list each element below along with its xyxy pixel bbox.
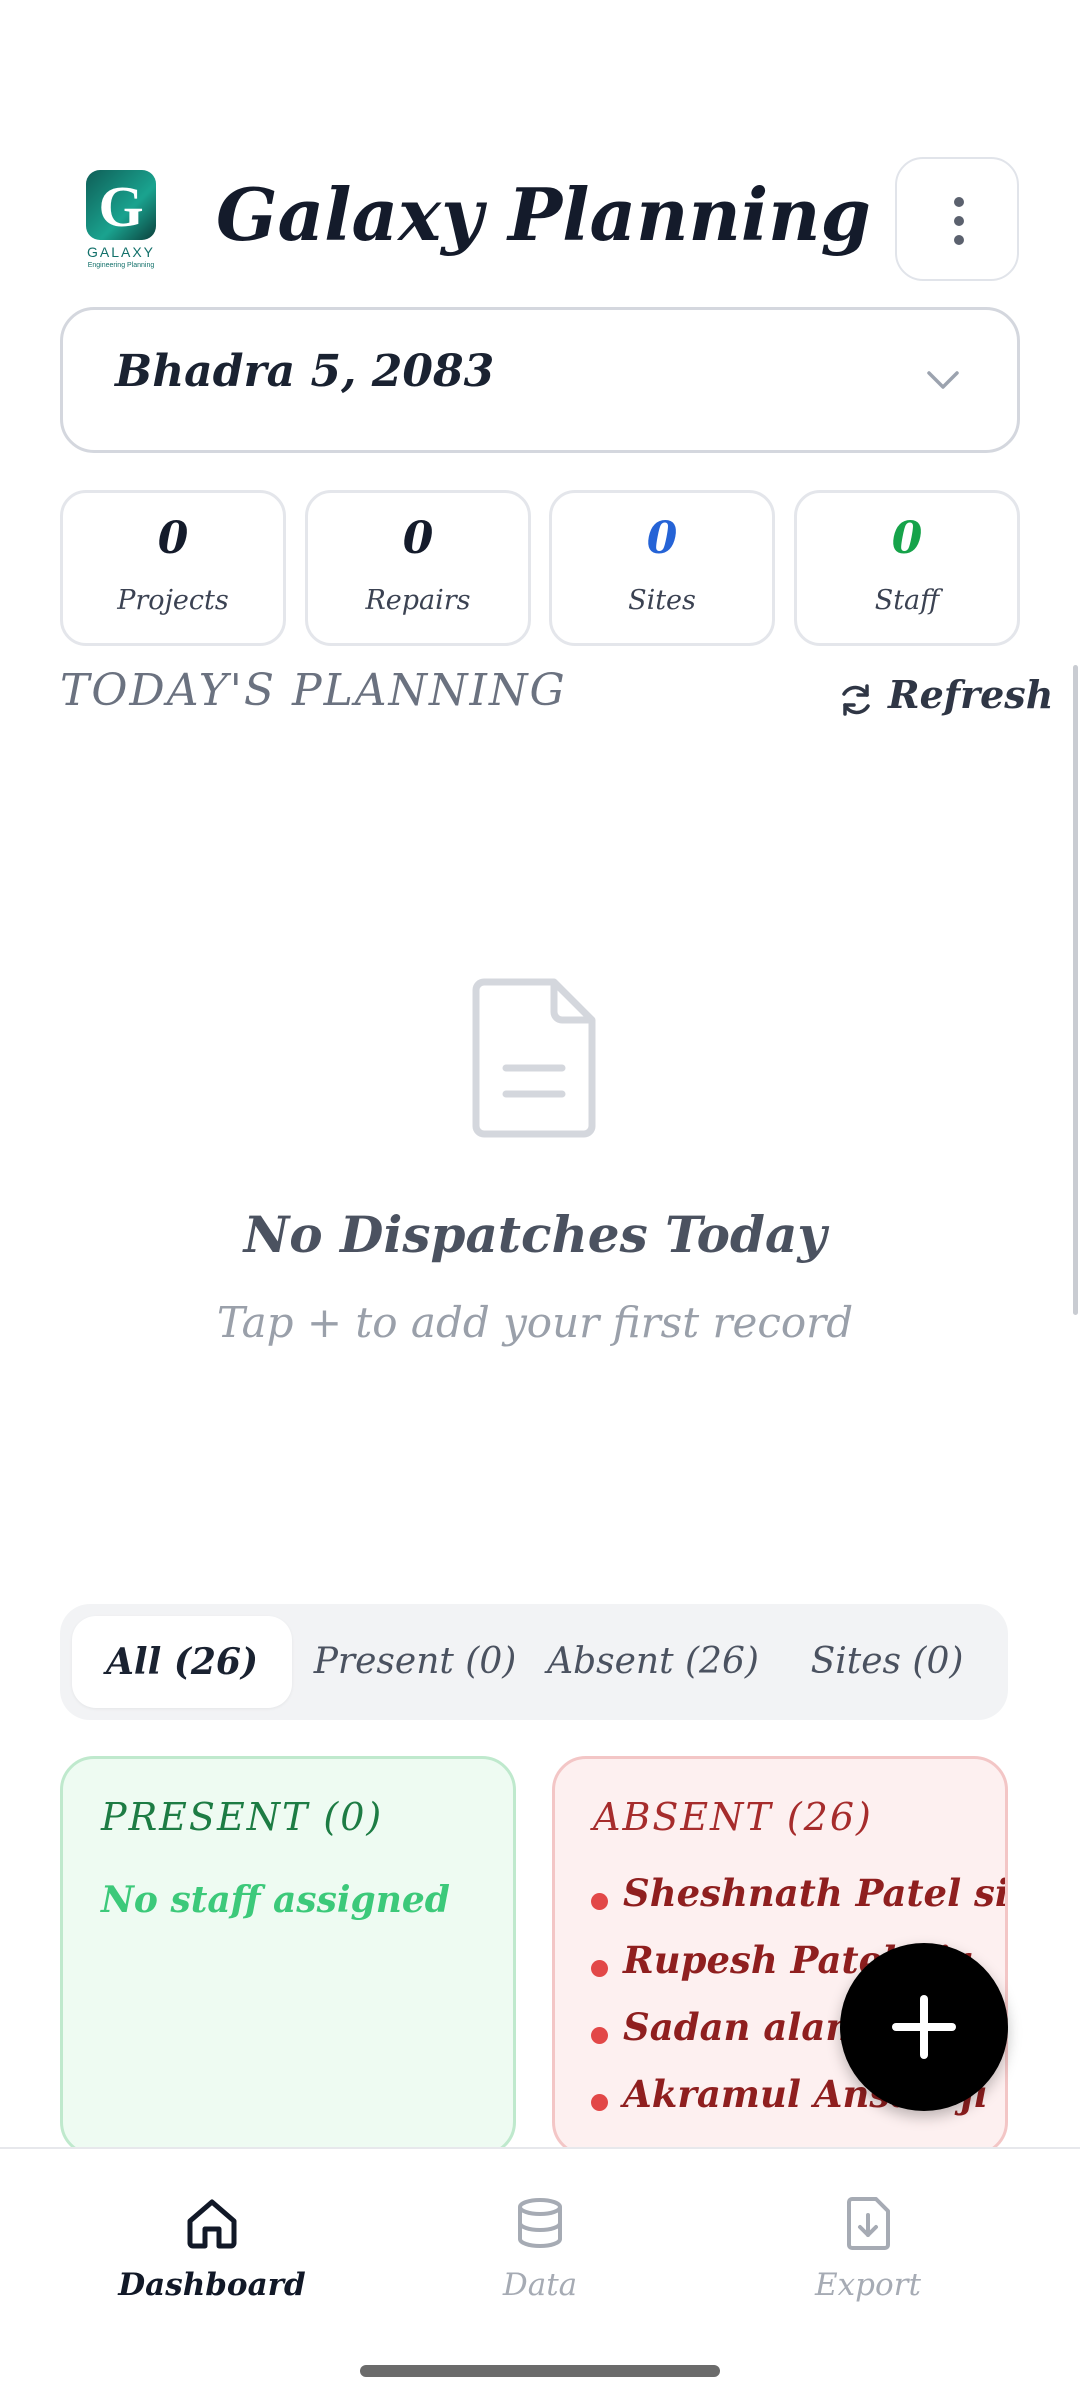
no-staff-text: No staff assigned [101, 1879, 450, 1921]
stat-label: Repairs [365, 585, 471, 616]
nav-label: Export [815, 2267, 921, 2303]
gesture-home-bar[interactable] [360, 2365, 720, 2377]
logo-tagline: Engineering Planning [87, 262, 155, 269]
refresh-icon [842, 684, 870, 716]
stat-value: 0 [646, 513, 678, 564]
stat-label: Sites [628, 585, 696, 616]
present-staff-card: PRESENT (0) No staff assigned [60, 1756, 516, 2156]
refresh-label: Refresh [888, 672, 1054, 717]
file-download-icon [847, 2197, 890, 2250]
home-icon [187, 2199, 237, 2249]
overflow-menu-button[interactable] [895, 157, 1019, 281]
selected-date: Bhadra 5, 2083 [115, 346, 495, 397]
stat-card-staff[interactable]: 0 Staff [794, 490, 1020, 646]
tab-all[interactable]: All (26) [72, 1616, 292, 1708]
nav-label: Dashboard [118, 2267, 306, 2303]
stat-card-projects[interactable]: 0 Projects [60, 490, 286, 646]
galaxy-logo: G GALAXY Engineering Planning [78, 170, 164, 270]
stat-label: Projects [117, 585, 229, 616]
tab-present[interactable]: Present (0) [300, 1616, 530, 1708]
add-record-fab[interactable] [840, 1943, 1008, 2111]
scrollbar[interactable] [1073, 665, 1078, 1315]
refresh-button[interactable]: Refresh [832, 668, 1053, 724]
staff-filter-tabs: All (26) Present (0) Absent (26) Sites (… [60, 1604, 1008, 1720]
logo-letter: G [98, 174, 144, 239]
nav-dashboard[interactable]: Dashboard [102, 2195, 322, 2315]
document-icon [472, 978, 596, 1138]
stat-label: Staff [874, 585, 940, 616]
stat-value: 0 [157, 513, 189, 564]
absent-card-title: ABSENT (26) [593, 1795, 873, 1839]
database-icon [518, 2198, 562, 2248]
app-header: G GALAXY Engineering Planning Galaxy Pla… [0, 150, 1080, 290]
tab-absent[interactable]: Absent (26) [538, 1616, 768, 1708]
nav-label: Data [502, 2267, 578, 2303]
nav-export[interactable]: Export [758, 2195, 978, 2315]
present-card-title: PRESENT (0) [101, 1795, 384, 1839]
nav-data[interactable]: Data [430, 2195, 650, 2315]
empty-state-subtitle: Tap + to add your first record [216, 1298, 854, 1347]
chevron-down-icon [927, 371, 959, 389]
stats-row: 0 Projects 0 Repairs 0 Sites 0 Staff [60, 490, 1020, 646]
stat-value: 0 [402, 513, 434, 564]
app-title: Galaxy Planning [216, 172, 871, 257]
date-selector[interactable]: Bhadra 5, 2083 [60, 307, 1020, 453]
tab-sites[interactable]: Sites (0) [776, 1616, 998, 1708]
empty-state-title: No Dispatches Today [243, 1205, 827, 1264]
bottom-navigation: Dashboard Data Export [0, 2147, 1080, 2400]
stat-card-repairs[interactable]: 0 Repairs [305, 490, 531, 646]
stat-value: 0 [891, 513, 923, 564]
list-item: Sheshnath Patel sir [591, 1871, 1005, 1938]
section-title-todays-planning: TODAY'S PLANNING [60, 665, 567, 716]
logo-wordmark: GALAXY [86, 244, 156, 260]
stat-card-sites[interactable]: 0 Sites [549, 490, 775, 646]
